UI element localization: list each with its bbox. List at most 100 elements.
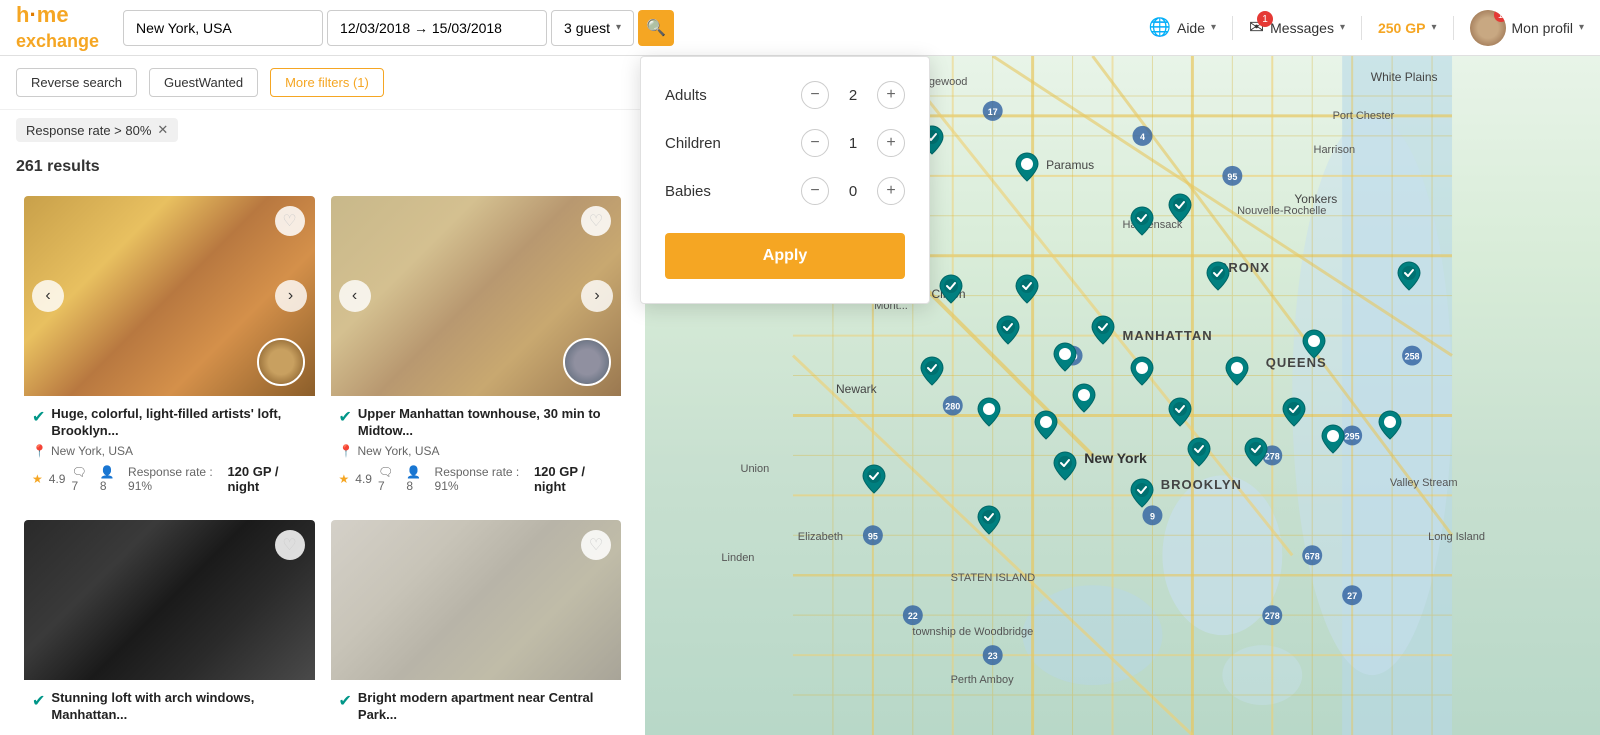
babies-decrement-button[interactable]: − bbox=[801, 177, 829, 205]
guests-chevron-icon: ▾ bbox=[616, 22, 621, 33]
filter-bar: Reverse search GuestWanted More filters … bbox=[0, 56, 645, 110]
map-pin[interactable] bbox=[1052, 450, 1078, 482]
listing-card[interactable]: ♡ ✔ Stunning loft with arch windows, Man… bbox=[24, 520, 315, 735]
guest-wanted-button[interactable]: GuestWanted bbox=[149, 68, 258, 97]
apply-button[interactable]: Apply bbox=[665, 233, 905, 279]
gp-nav-item[interactable]: 250 GP ▾ bbox=[1378, 20, 1437, 36]
card-image-3: ♡ bbox=[24, 520, 315, 680]
search-button[interactable]: 🔍 bbox=[638, 10, 674, 46]
map-pin[interactable] bbox=[1052, 341, 1078, 373]
map-pin[interactable] bbox=[995, 314, 1021, 346]
card-image-2: ‹ › ♡ bbox=[331, 196, 622, 396]
listing-card[interactable]: ‹ › ♡ ✔ Upper Manhattan townhouse, 30 mi… bbox=[331, 196, 622, 504]
card-prev-button[interactable]: ‹ bbox=[339, 280, 371, 312]
children-controls: − 1 + bbox=[801, 129, 905, 157]
svg-text:678: 678 bbox=[1305, 551, 1320, 561]
messages-nav-item[interactable]: ✉ 1 Messages ▾ bbox=[1249, 17, 1345, 38]
map-pin[interactable] bbox=[1281, 396, 1307, 428]
map-pin[interactable] bbox=[919, 355, 945, 387]
svg-text:22: 22 bbox=[908, 611, 918, 621]
aide-nav-item[interactable]: 🌐 Aide ▾ bbox=[1149, 17, 1216, 38]
babies-count: 0 bbox=[845, 183, 861, 200]
card-title: Stunning loft with arch windows, Manhatt… bbox=[51, 690, 306, 724]
children-increment-button[interactable]: + bbox=[877, 129, 905, 157]
card-next-button[interactable]: › bbox=[581, 280, 613, 312]
aide-chevron-icon: ▾ bbox=[1211, 22, 1216, 33]
map-pin[interactable] bbox=[1377, 409, 1403, 441]
children-decrement-button[interactable]: − bbox=[801, 129, 829, 157]
listings-grid: ‹ › ♡ ✔ Huge, colorful, light-filled art… bbox=[0, 188, 645, 735]
reviews-count: 🗨 7 bbox=[71, 465, 93, 493]
messages-badge: 1 bbox=[1257, 11, 1273, 27]
remove-filter-button[interactable]: ✕ bbox=[157, 122, 168, 138]
listing-card[interactable]: ‹ › ♡ ✔ Huge, colorful, light-filled art… bbox=[24, 196, 315, 504]
results-count: 261 results bbox=[0, 150, 645, 188]
card-body: ✔ Huge, colorful, light-filled artists' … bbox=[24, 396, 315, 504]
adults-label: Adults bbox=[665, 87, 707, 104]
adults-decrement-button[interactable]: − bbox=[801, 81, 829, 109]
map-pin[interactable] bbox=[938, 273, 964, 305]
map-pin[interactable] bbox=[1301, 328, 1327, 360]
map-pin[interactable] bbox=[976, 504, 1002, 536]
card-next-button[interactable]: › bbox=[275, 280, 307, 312]
card-title: Bright modern apartment near Central Par… bbox=[358, 690, 613, 724]
map-pin[interactable] bbox=[1033, 409, 1059, 441]
location-pin-icon: 📍 bbox=[339, 444, 354, 458]
location-pin-icon: 📍 bbox=[32, 444, 47, 458]
star-icon: ★ bbox=[339, 472, 350, 486]
more-filters-button[interactable]: More filters (1) bbox=[270, 68, 384, 97]
card-price: 120 GP / night bbox=[227, 464, 306, 494]
verified-icon: ✔ bbox=[32, 407, 45, 427]
map-pin[interactable] bbox=[976, 396, 1002, 428]
map-pin[interactable] bbox=[1014, 151, 1040, 183]
guests-button[interactable]: 3 guest ▾ bbox=[551, 10, 634, 46]
card-prev-button[interactable]: ‹ bbox=[32, 280, 64, 312]
map-pin[interactable] bbox=[1090, 314, 1116, 346]
map-pin[interactable] bbox=[1167, 192, 1193, 224]
profile-nav-item[interactable]: 1 Mon profil ▾ bbox=[1470, 10, 1585, 46]
map-pin[interactable] bbox=[861, 463, 887, 495]
guest-dropdown: Adults − 2 + Children − 1 + Babies − 0 + bbox=[640, 56, 930, 304]
map-pin[interactable] bbox=[1129, 205, 1155, 237]
verified-icon: ✔ bbox=[339, 407, 352, 427]
favorite-button[interactable]: ♡ bbox=[275, 530, 305, 560]
favorite-button[interactable]: ♡ bbox=[275, 206, 305, 236]
babies-row: Babies − 0 + bbox=[665, 177, 905, 205]
card-title: Huge, colorful, light-filled artists' lo… bbox=[51, 406, 306, 440]
location-input[interactable] bbox=[123, 10, 323, 46]
map-pin[interactable] bbox=[1243, 436, 1269, 468]
listing-card[interactable]: ♡ ✔ Bright modern apartment near Central… bbox=[331, 520, 622, 735]
babies-increment-button[interactable]: + bbox=[877, 177, 905, 205]
reviews-count: 🗨 7 bbox=[378, 465, 400, 493]
header: h·me exchange 3 guest ▾ 🔍 🌐 Aide ▾ ✉ 1 M… bbox=[0, 0, 1600, 56]
card-price: 120 GP / night bbox=[534, 464, 613, 494]
avatar: 1 bbox=[1470, 10, 1506, 46]
logo-text: h·me exchange bbox=[16, 3, 99, 51]
map-pin[interactable] bbox=[1205, 260, 1231, 292]
compass-icon: 🌐 bbox=[1149, 17, 1171, 38]
map-pin[interactable] bbox=[1186, 436, 1212, 468]
favorite-button[interactable]: ♡ bbox=[581, 530, 611, 560]
map-pin[interactable] bbox=[1320, 423, 1346, 455]
card-body: ✔ Upper Manhattan townhouse, 30 min to M… bbox=[331, 396, 622, 504]
card-body: ✔ Bright modern apartment near Central P… bbox=[331, 680, 622, 735]
dates-input[interactable] bbox=[327, 10, 547, 46]
adults-increment-button[interactable]: + bbox=[877, 81, 905, 109]
reverse-search-button[interactable]: Reverse search bbox=[16, 68, 137, 97]
logo[interactable]: h·me exchange bbox=[16, 3, 99, 51]
map-pin[interactable] bbox=[1071, 382, 1097, 414]
map-pin[interactable] bbox=[1224, 355, 1250, 387]
svg-text:4: 4 bbox=[1140, 132, 1145, 142]
favorite-button[interactable]: ♡ bbox=[581, 206, 611, 236]
map-pin[interactable] bbox=[1167, 396, 1193, 428]
map-pin[interactable] bbox=[1014, 273, 1040, 305]
svg-text:23: 23 bbox=[988, 651, 998, 661]
card-image-1: ‹ › ♡ bbox=[24, 196, 315, 396]
map-pin[interactable] bbox=[1396, 260, 1422, 292]
left-panel: Reverse search GuestWanted More filters … bbox=[0, 56, 645, 735]
map-pin[interactable] bbox=[1129, 477, 1155, 509]
children-count: 1 bbox=[845, 135, 861, 152]
active-filter-tag: Response rate > 80% ✕ bbox=[16, 118, 178, 142]
map-pin[interactable] bbox=[1129, 355, 1155, 387]
messages-chevron-icon: ▾ bbox=[1340, 22, 1345, 33]
